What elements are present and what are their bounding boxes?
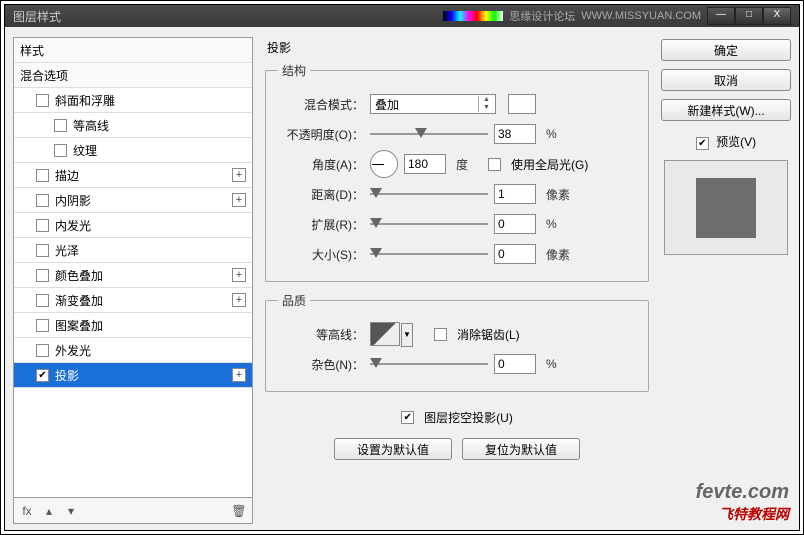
checkbox[interactable] (36, 269, 49, 282)
item-inner-glow[interactable]: 内发光 (14, 213, 252, 238)
item-stroke[interactable]: 描边+ (14, 163, 252, 188)
checkbox[interactable] (36, 319, 49, 332)
opacity-input[interactable] (494, 124, 536, 144)
distance-slider[interactable] (370, 186, 488, 202)
contour-label: 等高线： (278, 326, 364, 343)
contour-picker[interactable]: ▼ (370, 322, 400, 346)
antialias-label: 消除锯齿(L) (457, 326, 520, 343)
cancel-button[interactable]: 取消 (661, 69, 791, 91)
structure-group: 结构 混合模式： 叠加 ▲▼ 不透明度(O)： % 角度(A)： (265, 62, 649, 282)
angle-dial[interactable] (370, 150, 398, 178)
close-button[interactable]: X (763, 7, 791, 25)
angle-label: 角度(A)： (278, 156, 364, 173)
fx-icon[interactable]: fx (20, 504, 34, 518)
checkbox[interactable]: ✔ (36, 369, 49, 382)
chevron-down-icon[interactable]: ▼ (401, 323, 413, 347)
checkbox[interactable] (36, 294, 49, 307)
spread-input[interactable] (494, 214, 536, 234)
item-pattern-overlay[interactable]: 图案叠加 (14, 313, 252, 338)
reset-default-button[interactable]: 复位为默认值 (462, 438, 580, 460)
angle-input[interactable] (404, 154, 446, 174)
opacity-label: 不透明度(O)： (278, 126, 364, 143)
noise-label: 杂色(N)： (278, 356, 364, 373)
distance-input[interactable] (494, 184, 536, 204)
add-icon[interactable]: + (232, 268, 246, 282)
ok-button[interactable]: 确定 (661, 39, 791, 61)
brand-url: WWW.MISSYUAN.COM (581, 10, 701, 22)
panel-title: 投影 (267, 39, 649, 56)
noise-input[interactable] (494, 354, 536, 374)
size-input[interactable] (494, 244, 536, 264)
styles-header[interactable]: 样式 (14, 38, 252, 63)
preview-checkbox[interactable]: ✔ (696, 137, 709, 150)
window-title: 图层样式 (13, 8, 61, 25)
style-list: 样式 混合选项 斜面和浮雕 等高线 纹理 描边+ 内阴影+ 内发光 光泽 颜色叠… (13, 37, 253, 498)
checkbox[interactable] (36, 94, 49, 107)
structure-legend: 结构 (278, 62, 310, 79)
checkbox[interactable] (36, 219, 49, 232)
antialias-checkbox[interactable] (434, 328, 447, 341)
arrow-up-icon[interactable]: ▴ (42, 504, 56, 518)
item-gradient-overlay[interactable]: 渐变叠加+ (14, 288, 252, 313)
item-satin[interactable]: 光泽 (14, 238, 252, 263)
spread-slider[interactable] (370, 216, 488, 232)
checkbox[interactable] (36, 344, 49, 357)
size-slider[interactable] (370, 246, 488, 262)
minimize-button[interactable]: — (707, 7, 735, 25)
preview-swatch (696, 178, 756, 238)
size-label: 大小(S)： (278, 246, 364, 263)
quality-legend: 品质 (278, 292, 310, 309)
add-icon[interactable]: + (232, 168, 246, 182)
blend-mode-select[interactable]: 叠加 ▲▼ (370, 94, 496, 114)
preview-label: 预览(V) (716, 135, 756, 149)
titlebar: 图层样式 思缘设计论坛 WWW.MISSYUAN.COM — □ X (5, 5, 799, 27)
add-icon[interactable]: + (232, 293, 246, 307)
item-outer-glow[interactable]: 外发光 (14, 338, 252, 363)
list-footer: fx ▴ ▾ 🗑 (13, 498, 253, 524)
spread-label: 扩展(R)： (278, 216, 364, 233)
knockout-label: 图层挖空投影(U) (424, 409, 513, 426)
item-bevel[interactable]: 斜面和浮雕 (14, 88, 252, 113)
item-inner-shadow[interactable]: 内阴影+ (14, 188, 252, 213)
checkbox[interactable] (36, 194, 49, 207)
global-light-label: 使用全局光(G) (511, 156, 588, 173)
checkbox[interactable] (54, 144, 67, 157)
arrow-down-icon[interactable]: ▾ (64, 504, 78, 518)
global-light-checkbox[interactable] (488, 158, 501, 171)
preview-box (664, 160, 788, 255)
item-texture[interactable]: 纹理 (14, 138, 252, 163)
blend-mode-label: 混合模式： (278, 96, 364, 113)
item-drop-shadow[interactable]: ✔投影+ (14, 363, 252, 388)
item-contour[interactable]: 等高线 (14, 113, 252, 138)
color-bar (443, 11, 503, 21)
item-color-overlay[interactable]: 颜色叠加+ (14, 263, 252, 288)
checkbox[interactable] (36, 244, 49, 257)
blend-options-header[interactable]: 混合选项 (14, 63, 252, 88)
brand-text: 思缘设计论坛 (509, 8, 575, 24)
add-icon[interactable]: + (232, 368, 246, 382)
checkbox[interactable] (36, 169, 49, 182)
add-icon[interactable]: + (232, 193, 246, 207)
dialog-window: 图层样式 思缘设计论坛 WWW.MISSYUAN.COM — □ X 样式 混合… (4, 4, 800, 531)
knockout-checkbox[interactable]: ✔ (401, 411, 414, 424)
noise-slider[interactable] (370, 356, 488, 372)
maximize-button[interactable]: □ (735, 7, 763, 25)
trash-icon[interactable]: 🗑 (232, 504, 246, 518)
color-swatch[interactable] (508, 94, 536, 114)
quality-group: 品质 等高线： ▼ 消除锯齿(L) 杂色(N)： % (265, 292, 649, 392)
checkbox[interactable] (54, 119, 67, 132)
set-default-button[interactable]: 设置为默认值 (334, 438, 452, 460)
opacity-slider[interactable] (370, 126, 488, 142)
new-style-button[interactable]: 新建样式(W)... (661, 99, 791, 121)
distance-label: 距离(D)： (278, 186, 364, 203)
